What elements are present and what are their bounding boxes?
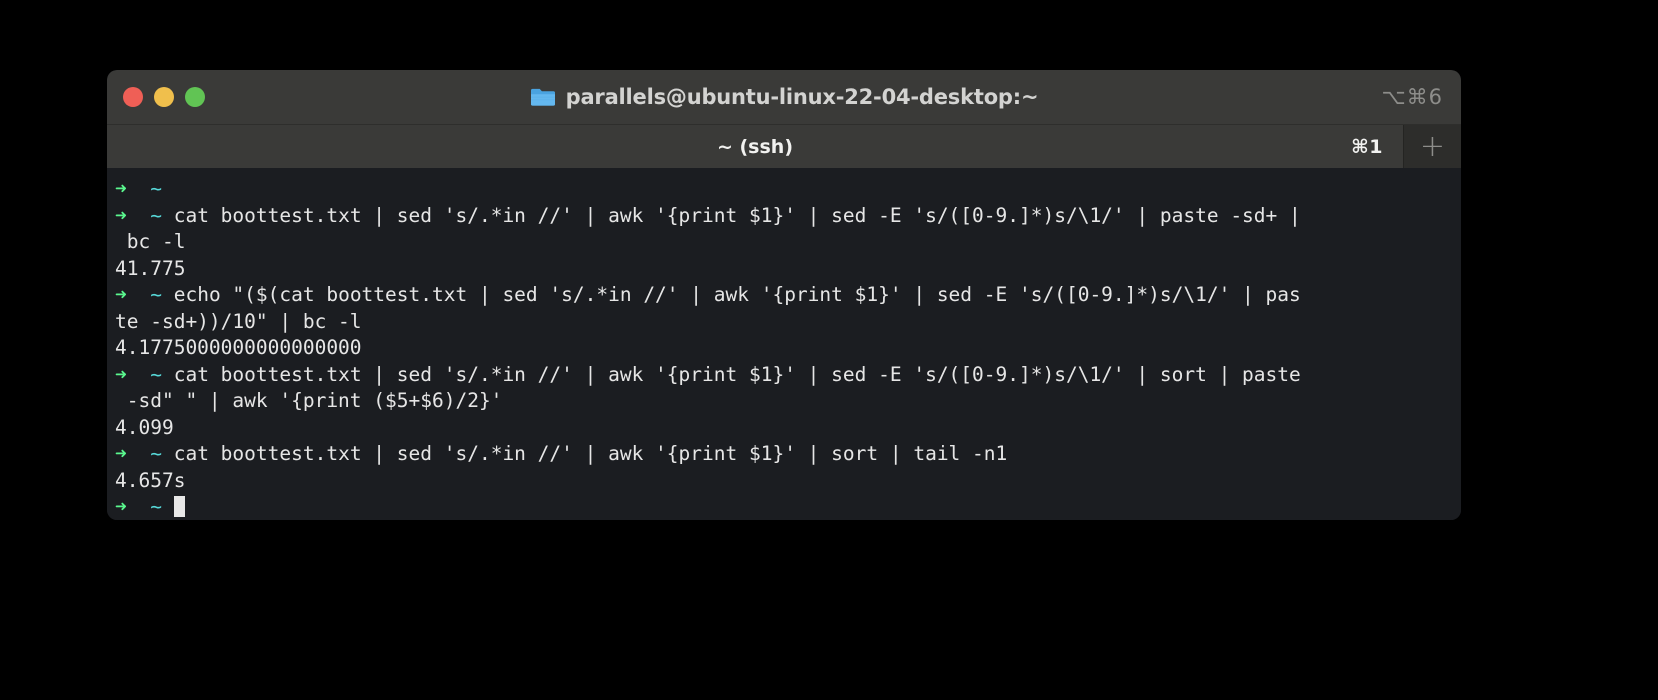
terminal-command: echo "($(cat boottest.txt | sed 's/.*in … [173, 283, 1301, 306]
block-cursor [173, 496, 185, 517]
terminal-output: 41.775 [115, 256, 186, 280]
prompt-path: ~ [150, 495, 174, 518]
terminal-window: parallels@ubuntu-linux-22-04-desktop:~ ⌥… [107, 70, 1461, 520]
terminal-command-wrap: bc -l [115, 230, 186, 253]
tab-shortcut-hint: ⌘1 [1351, 135, 1383, 158]
minimize-button[interactable] [154, 87, 174, 107]
tab-ssh[interactable]: ~ (ssh) ⌘1 [107, 125, 1403, 168]
prompt-path: ~ [150, 203, 174, 227]
prompt-arrow-icon: ➜ [115, 203, 151, 227]
terminal-output: 4.657s [115, 468, 186, 492]
terminal-command-wrap: te -sd+))/10" | bc -l [115, 309, 362, 333]
zoom-button[interactable] [185, 87, 205, 107]
terminal-command: cat boottest.txt | sed 's/.*in //' | awk… [173, 203, 1301, 227]
terminal-command: cat boottest.txt | sed 's/.*in //' | awk… [173, 442, 1008, 465]
terminal-line: ➜ ~ cat boottest.txt | sed 's/.*in //' |… [107, 203, 1461, 230]
terminal-command: cat boottest.txt | sed 's/.*in //' | awk… [173, 362, 1301, 386]
terminal-output-area[interactable]: ➜ ~ ➜ ~ cat boottest.txt | sed 's/.*in /… [107, 168, 1461, 520]
prompt-path: ~ [150, 362, 174, 386]
page-title: parallels@ubuntu-linux-22-04-desktop:~ [565, 85, 1039, 109]
prompt-arrow-icon: ➜ [115, 495, 151, 518]
tab-bar: ~ (ssh) ⌘1 + [107, 125, 1461, 168]
close-button[interactable] [123, 87, 143, 107]
terminal-line: 4.099 [107, 415, 1461, 442]
terminal-line: 41.775 [107, 256, 1461, 283]
prompt-path: ~ [150, 177, 174, 200]
window-titlebar[interactable]: parallels@ubuntu-linux-22-04-desktop:~ ⌥… [107, 70, 1461, 125]
window-shortcut-hint: ⌥⌘6 [1381, 85, 1443, 109]
terminal-line: ➜ ~ echo "($(cat boottest.txt | sed 's/.… [107, 282, 1461, 309]
prompt-path: ~ [150, 283, 174, 306]
tab-label: ~ (ssh) [716, 135, 794, 158]
terminal-output: 4.099 [115, 415, 174, 439]
window-title-group: parallels@ubuntu-linux-22-04-desktop:~ [107, 85, 1461, 109]
terminal-command-wrap: -sd" " | awk '{print ($5+$6)/2}' [115, 389, 503, 412]
prompt-arrow-icon: ➜ [115, 283, 151, 306]
terminal-line: te -sd+))/10" | bc -l [107, 309, 1461, 336]
terminal-line: ➜ ~ [107, 176, 1461, 203]
terminal-line: bc -l [107, 229, 1461, 256]
terminal-output: 4.1775000000000000000 [115, 336, 362, 359]
prompt-arrow-icon: ➜ [115, 362, 151, 386]
terminal-line: ➜ ~ cat boottest.txt | sed 's/.*in //' |… [107, 362, 1461, 389]
terminal-line: ➜ ~ [107, 494, 1461, 520]
folder-icon [530, 86, 556, 108]
terminal-line: -sd" " | awk '{print ($5+$6)/2}' [107, 388, 1461, 415]
terminal-line: 4.657s [107, 468, 1461, 495]
prompt-path: ~ [150, 442, 174, 465]
terminal-line: 4.1775000000000000000 [107, 335, 1461, 362]
prompt-arrow-icon: ➜ [115, 177, 151, 200]
new-tab-button[interactable]: + [1403, 125, 1461, 168]
terminal-line: ➜ ~ cat boottest.txt | sed 's/.*in //' |… [107, 441, 1461, 468]
window-controls [123, 87, 205, 107]
prompt-arrow-icon: ➜ [115, 442, 151, 465]
